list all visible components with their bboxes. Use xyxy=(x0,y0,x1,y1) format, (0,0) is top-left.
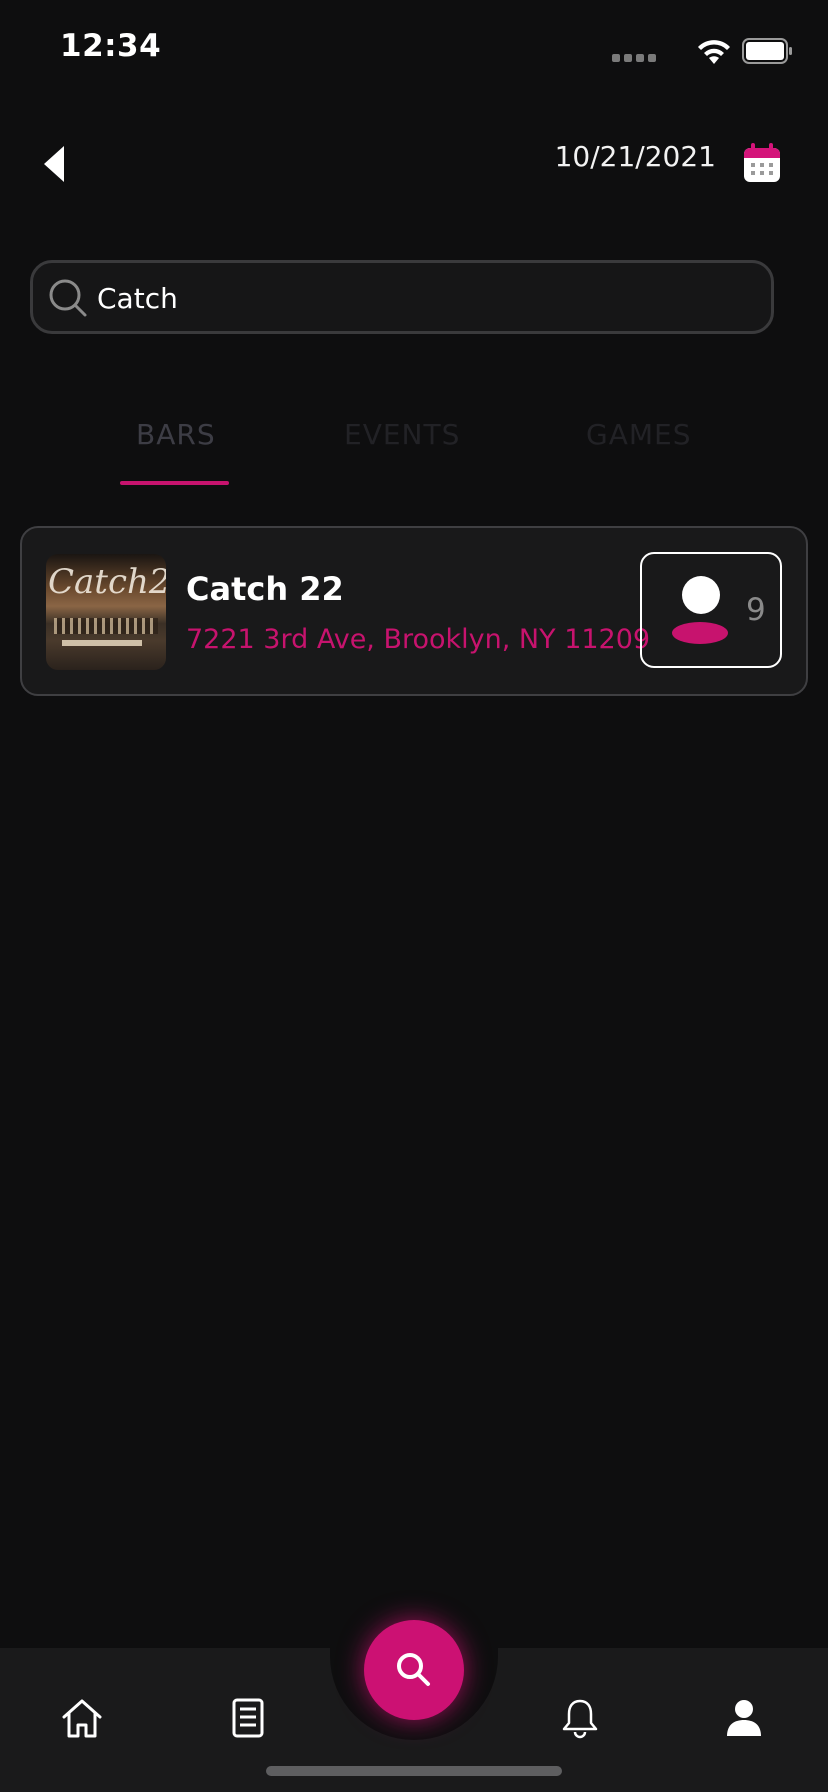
attendee-count: 9 xyxy=(746,592,766,628)
wifi-icon xyxy=(698,40,730,64)
tab-bars[interactable]: BARS xyxy=(136,418,216,451)
battery-icon xyxy=(742,38,792,64)
bar-name: Catch 22 xyxy=(186,570,344,608)
search-box[interactable] xyxy=(30,260,774,334)
search-input[interactable] xyxy=(95,271,739,325)
bar-thumbnail: Catch22 xyxy=(46,554,166,670)
calendar-button[interactable] xyxy=(742,142,782,184)
profile-icon[interactable] xyxy=(722,1696,766,1740)
signal-icon xyxy=(612,54,656,62)
attendee-count-button[interactable]: 9 xyxy=(640,552,782,668)
status-icons xyxy=(594,34,794,66)
thumbnail-sign-text: Catch22 xyxy=(48,562,166,602)
active-tab-indicator xyxy=(120,481,229,485)
back-button[interactable] xyxy=(36,138,76,188)
person-body-shape xyxy=(672,622,728,644)
back-arrow-icon xyxy=(44,146,64,182)
bell-icon[interactable] xyxy=(558,1696,602,1740)
calendar-icon xyxy=(744,143,780,182)
list-icon[interactable] xyxy=(226,1696,270,1740)
home-indicator xyxy=(266,1766,562,1776)
tab-events[interactable]: EVENTS xyxy=(344,418,460,451)
status-time: 12:34 xyxy=(60,28,162,64)
bar-address: 7221 3rd Ave, Brooklyn, NY 11209 xyxy=(186,624,651,655)
search-fab-button[interactable] xyxy=(364,1620,464,1720)
person-icon xyxy=(682,576,720,614)
home-icon[interactable] xyxy=(60,1696,104,1740)
search-icon xyxy=(49,279,87,317)
search-icon xyxy=(397,1653,430,1686)
tab-games[interactable]: GAMES xyxy=(586,418,691,451)
bar-result-card[interactable]: Catch22 Catch 22 7221 3rd Ave, Brooklyn,… xyxy=(20,526,808,696)
selected-date[interactable]: 10/21/2021 xyxy=(555,140,716,173)
